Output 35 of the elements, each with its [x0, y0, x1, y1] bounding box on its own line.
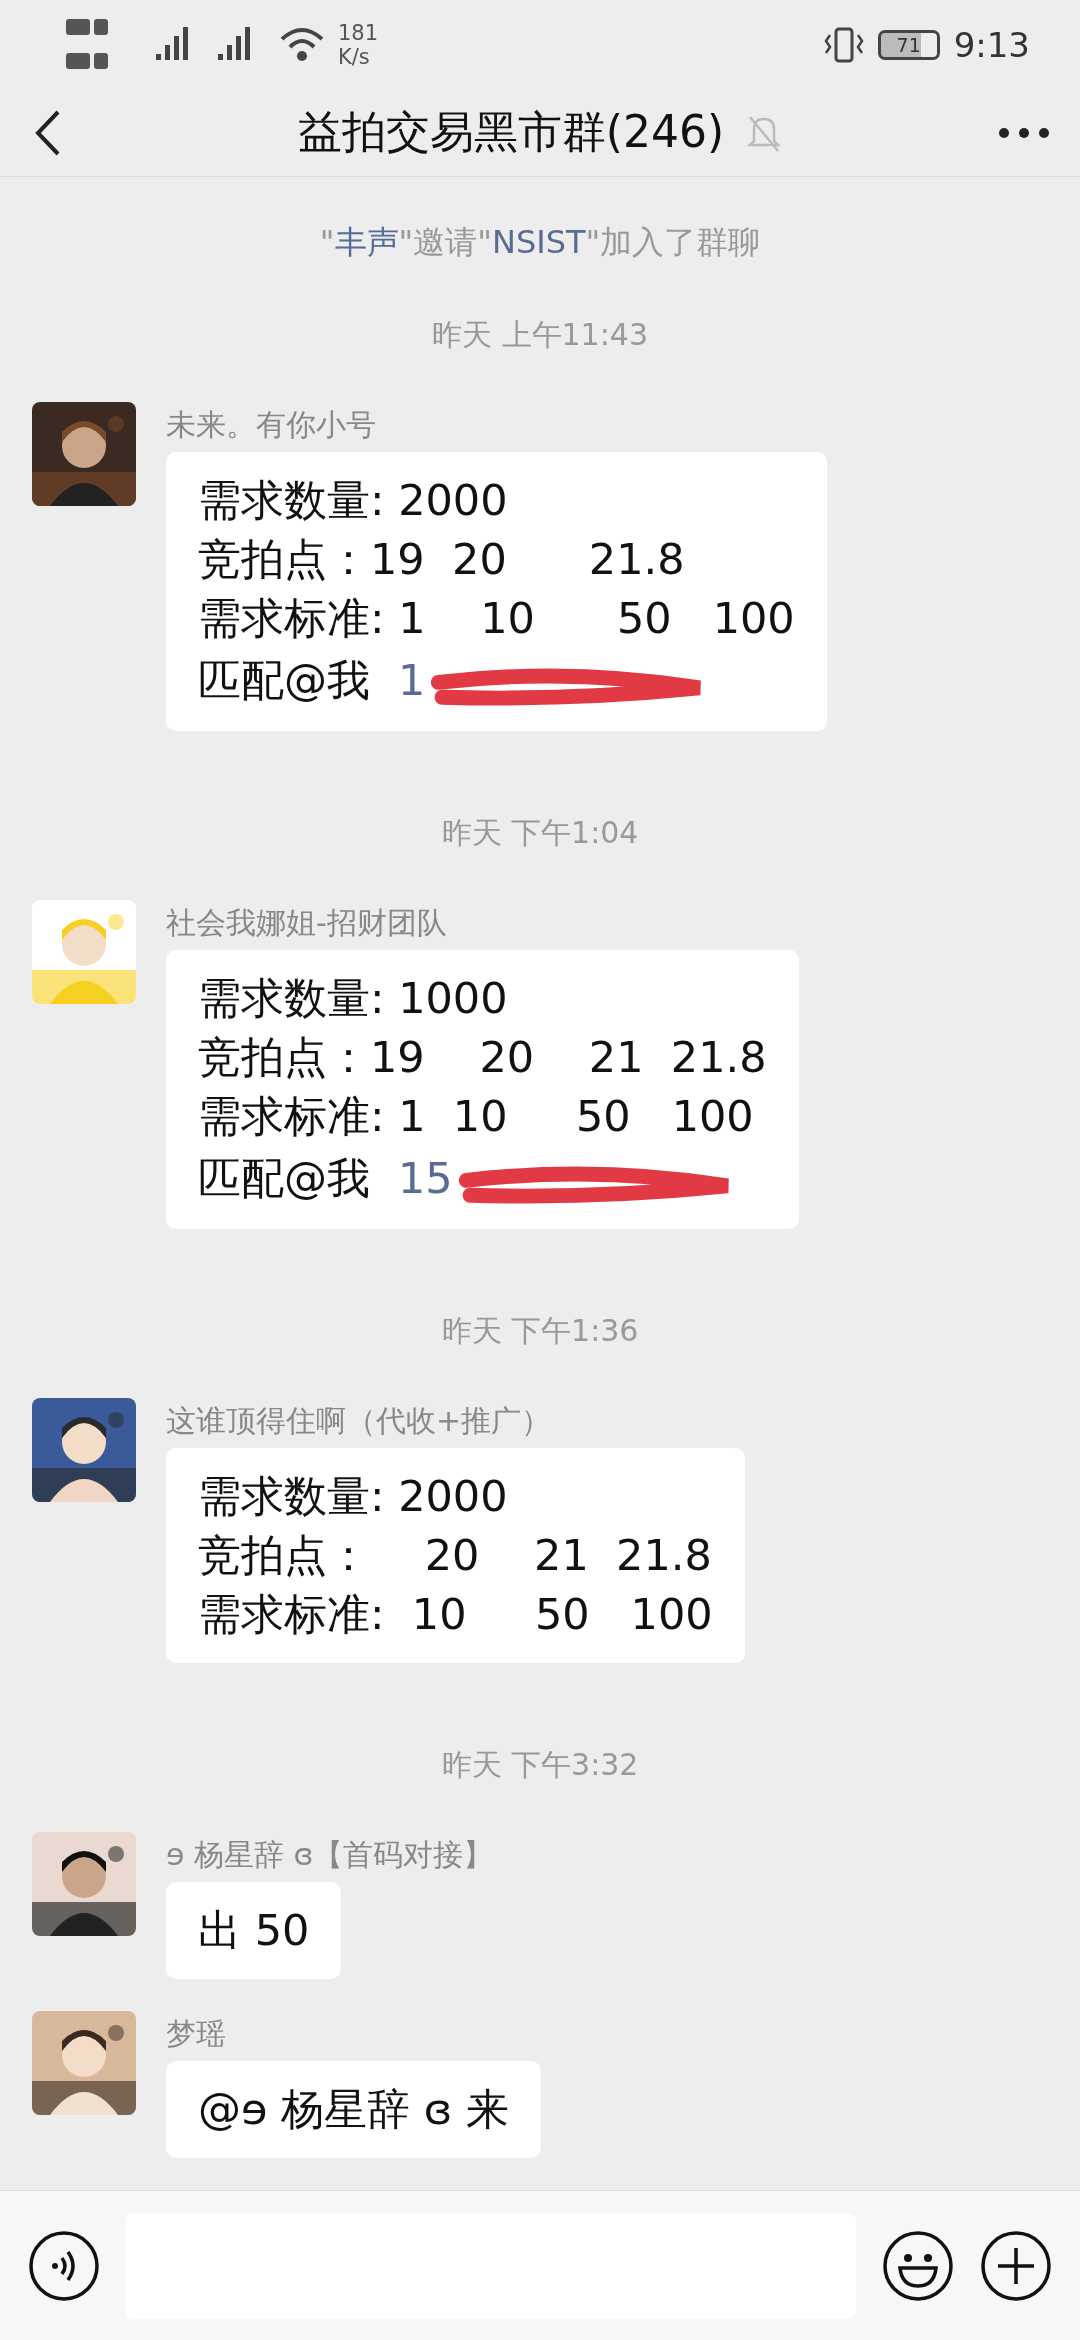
timestamp: 昨天 下午1:36 [441, 1313, 639, 1349]
sender-name: ɘ 杨星辞 ɞ【首码对接】 [166, 1836, 494, 1875]
add-button[interactable] [980, 2229, 1052, 2302]
phone-link[interactable]: 1 [398, 650, 426, 710]
network-speed: 181 [338, 20, 379, 45]
voice-button[interactable] [28, 2229, 100, 2302]
sender-name: 这谁顶得住啊（代收+推广） [166, 1402, 552, 1441]
clock: 9:13 [953, 24, 1030, 65]
system-message: "丰声"邀请"NSIST"加入了群聊 [318, 222, 762, 264]
timestamp: 昨天 下午1:04 [441, 815, 639, 851]
message-text: 需求标准: 10 50 100 [198, 1588, 713, 1642]
network-speed-unit: K/s [338, 44, 371, 69]
message-text: 需求数量: 1000 [198, 972, 509, 1026]
timestamp: 昨天 下午3:32 [441, 1747, 639, 1783]
chat-title: 益拍交易黑市群(246) [297, 105, 725, 160]
vibrate-icon [823, 26, 864, 63]
message-text: 竞拍点： 20 21 21.8 [198, 1529, 713, 1583]
message-text: 竞拍点：19 20 21 21.8 [198, 1031, 767, 1085]
message-text: 出 50 [198, 1904, 310, 1958]
message-text: @ɘ 杨星辞 ɞ 来 [198, 2083, 509, 2137]
timestamp: 昨天 上午11:43 [432, 317, 648, 353]
phone-link[interactable]: 15 [398, 1148, 453, 1208]
message-text: 匹配@我 [198, 653, 370, 707]
message-text: 匹配@我 [198, 1151, 370, 1205]
message-text: 需求数量: 2000 [198, 1470, 509, 1524]
battery-indicator: 71 [877, 29, 940, 60]
emoji-button[interactable] [882, 2229, 954, 2302]
sender-name: 未来。有你小号 [166, 406, 376, 445]
message-text: 需求标准: 1 10 50 100 [198, 1090, 755, 1144]
message-text: 需求数量: 2000 [198, 474, 509, 528]
more-button[interactable] [998, 126, 1050, 139]
message-text: 需求标准: 1 10 50 100 [198, 592, 795, 646]
sender-name: 梦瑶 [166, 2015, 226, 2054]
sender-name: 社会我娜姐-招财团队 [166, 904, 447, 943]
message-text: 竞拍点：19 20 21.8 [198, 533, 686, 587]
